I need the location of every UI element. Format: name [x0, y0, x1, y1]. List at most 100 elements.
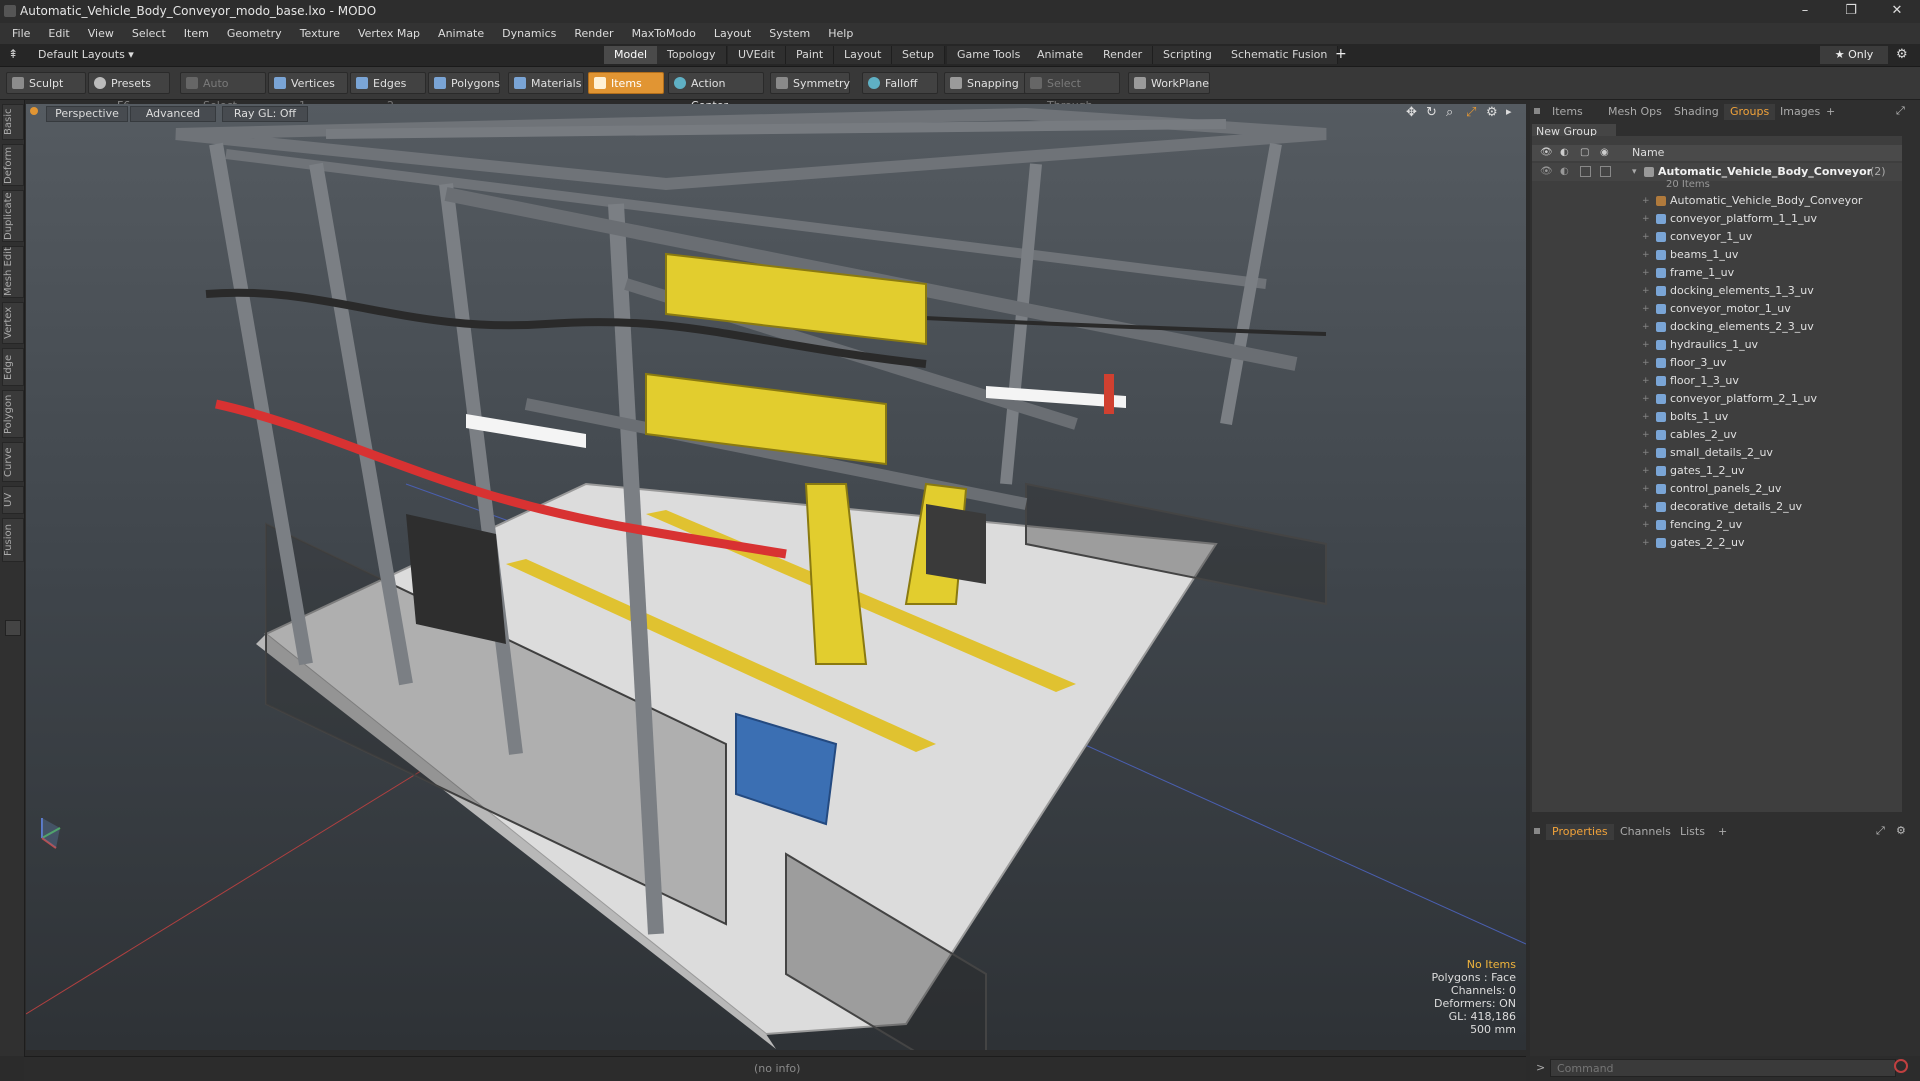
list-item[interactable]: + conveyor_platform_2_1_uv	[1532, 390, 1902, 408]
tab-scripting[interactable]: Scripting	[1153, 46, 1223, 64]
tab-uvedit[interactable]: UVEdit	[728, 46, 786, 64]
list-item[interactable]: + conveyor_1_uv	[1532, 228, 1902, 246]
presets-button[interactable]: Presets F6	[88, 72, 170, 112]
list-item[interactable]: + floor_3_uv	[1532, 354, 1902, 372]
list-item[interactable]: + small_details_2_uv	[1532, 444, 1902, 462]
tab-render[interactable]: Render	[1093, 46, 1154, 64]
vertices-button[interactable]: Vertices 1	[268, 72, 348, 112]
tab-game-tools[interactable]: Game Tools	[947, 46, 1032, 64]
menu-help[interactable]: Help	[819, 23, 862, 44]
maximize-button[interactable]: ❐	[1828, 0, 1874, 23]
move-view-icon[interactable]: ✥	[1406, 105, 1417, 120]
expand-icon[interactable]: +	[1642, 246, 1650, 264]
expand-icon[interactable]: +	[1642, 480, 1650, 498]
expand-icon[interactable]: +	[1642, 354, 1650, 372]
list-item[interactable]: + floor_1_3_uv	[1532, 372, 1902, 390]
falloff-button[interactable]: Falloff	[862, 72, 938, 94]
list-item[interactable]: + hydraulics_1_uv	[1532, 336, 1902, 354]
viewport-menu-dot[interactable]	[30, 107, 38, 115]
expand-icon[interactable]: +	[1642, 228, 1650, 246]
shading-advanced-button[interactable]: Advanced	[130, 106, 216, 122]
polygons-button[interactable]: Polygons	[428, 72, 500, 94]
props-settings-icon[interactable]: ⚙	[1896, 824, 1906, 837]
list-item[interactable]: + conveyor_motor_1_uv	[1532, 300, 1902, 318]
expand-icon[interactable]: +	[1642, 264, 1650, 282]
items-button[interactable]: Items	[588, 72, 664, 94]
rotate-view-icon[interactable]: ↻	[1426, 105, 1437, 120]
vtab-edge[interactable]: Edge	[2, 348, 24, 386]
minimize-button[interactable]: –	[1782, 0, 1828, 23]
edges-button[interactable]: Edges 2	[350, 72, 426, 112]
expand-icon[interactable]: +	[1642, 282, 1650, 300]
expand-icon[interactable]: +	[1642, 318, 1650, 336]
lock-checkbox[interactable]	[1580, 166, 1591, 177]
expand-icon[interactable]: +	[1642, 192, 1650, 210]
list-item[interactable]: + cables_2_uv	[1532, 426, 1902, 444]
tab-paint[interactable]: Paint	[786, 46, 835, 64]
menu-file[interactable]: File	[3, 23, 39, 44]
expand-icon[interactable]: +	[1642, 210, 1650, 228]
vtab-deform[interactable]: Deform	[2, 144, 24, 186]
command-input[interactable]	[1550, 1059, 1896, 1077]
add-props-tab-button[interactable]: +	[1712, 824, 1733, 840]
list-item[interactable]: + gates_1_2_uv	[1532, 462, 1902, 480]
command-stop-icon[interactable]	[1894, 1059, 1908, 1073]
tab-groups[interactable]: Groups	[1724, 104, 1776, 120]
props-popout-icon[interactable]: ⤢	[1876, 824, 1885, 838]
vtab-polygon[interactable]: Polygon	[2, 390, 24, 438]
sculpt-button[interactable]: Sculpt	[6, 72, 86, 94]
tab-images[interactable]: Images	[1774, 104, 1826, 120]
menu-geometry[interactable]: Geometry	[218, 23, 291, 44]
close-button[interactable]: ✕	[1874, 0, 1920, 23]
action-center-button[interactable]: Action Center	[668, 72, 764, 112]
zoom-icon[interactable]: ⌕	[1446, 105, 1453, 120]
menu-select[interactable]: Select	[123, 23, 175, 44]
list-item[interactable]: + bolts_1_uv	[1532, 408, 1902, 426]
expand-icon[interactable]: +	[1642, 462, 1650, 480]
expand-icon[interactable]: +	[1642, 534, 1650, 552]
viewport-settings-icon[interactable]: ⚙	[1486, 105, 1498, 120]
materials-button[interactable]: Materials	[508, 72, 584, 94]
menu-view[interactable]: View	[79, 23, 123, 44]
visibility-column-icon[interactable]: 👁	[1540, 147, 1553, 158]
menu-system[interactable]: System	[760, 23, 819, 44]
panel-popout-icon[interactable]: ⤢	[1896, 104, 1905, 118]
layout-pin-icon[interactable]: ⇞	[8, 47, 18, 61]
list-item[interactable]: + conveyor_platform_1_1_uv	[1532, 210, 1902, 228]
3d-viewport[interactable]	[26, 104, 1526, 1050]
list-item[interactable]: + control_panels_2_uv	[1532, 480, 1902, 498]
view-perspective-button[interactable]: Perspective	[46, 106, 128, 122]
vtab-fusion[interactable]: Fusion	[2, 518, 24, 562]
menu-item[interactable]: Item	[175, 23, 218, 44]
list-item[interactable]: + docking_elements_2_3_uv	[1532, 318, 1902, 336]
tab-topology[interactable]: Topology	[657, 46, 727, 64]
vtab-uv[interactable]: UV	[2, 486, 24, 514]
expand-icon[interactable]: +	[1642, 444, 1650, 462]
tab-setup[interactable]: Setup	[892, 46, 946, 64]
tab-schematic-fusion[interactable]: Schematic Fusion	[1221, 46, 1339, 64]
list-item[interactable]: + gates_2_2_uv	[1532, 534, 1902, 552]
select-through-button[interactable]: Select Through	[1024, 72, 1120, 112]
tab-items[interactable]: Items	[1546, 104, 1589, 120]
tab-animate[interactable]: Animate	[1027, 46, 1095, 64]
vtab-basic[interactable]: Basic	[2, 104, 24, 140]
expand-icon[interactable]: +	[1642, 498, 1650, 516]
expand-icon[interactable]: +	[1642, 426, 1650, 444]
menu-edit[interactable]: Edit	[39, 23, 78, 44]
vtab-vertex[interactable]: Vertex	[2, 302, 24, 344]
menu-maxtomodo[interactable]: MaxToModo	[623, 23, 705, 44]
raygl-button[interactable]: Ray GL: Off	[222, 106, 308, 122]
tab-shading[interactable]: Shading	[1668, 104, 1725, 120]
vtab-duplicate[interactable]: Duplicate	[2, 190, 24, 242]
panel-toggle-icon[interactable]	[5, 620, 21, 636]
tab-model[interactable]: Model	[604, 46, 659, 64]
list-item[interactable]: + fencing_2_uv	[1532, 516, 1902, 534]
tab-channels[interactable]: Channels	[1614, 824, 1677, 840]
menu-vertex-map[interactable]: Vertex Map	[349, 23, 429, 44]
menu-render[interactable]: Render	[565, 23, 622, 44]
menu-layout[interactable]: Layout	[705, 23, 760, 44]
tab-mesh-ops[interactable]: Mesh Ops	[1602, 104, 1668, 120]
viewport-expand-icon[interactable]: ▸	[1506, 105, 1512, 118]
symmetry-button[interactable]: Symmetry	[770, 72, 850, 94]
only-toggle[interactable]: ★ Only	[1820, 46, 1888, 64]
